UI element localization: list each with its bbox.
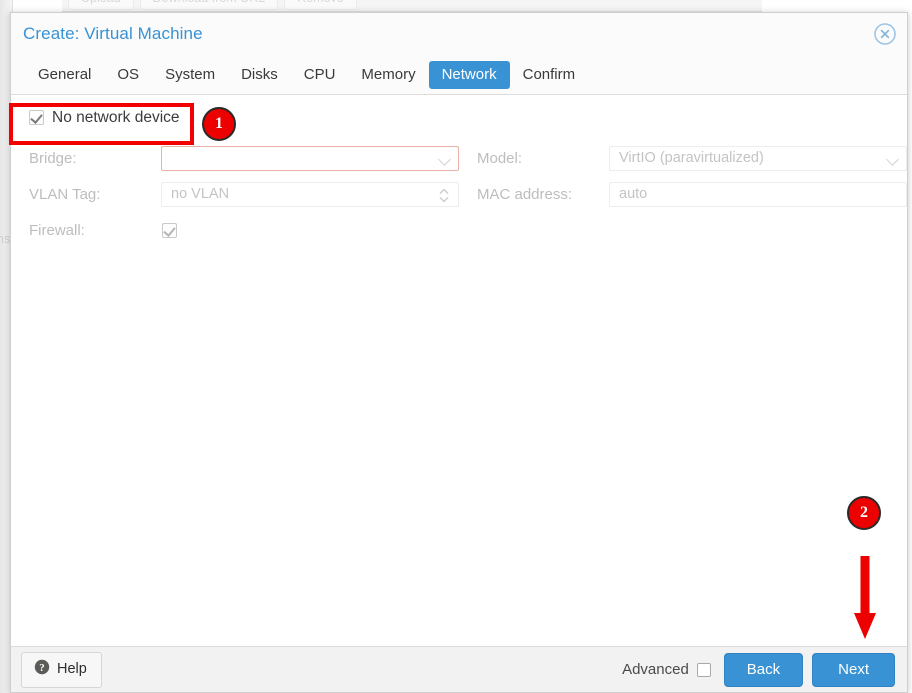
dialog-footer: ? Help Advanced Back Next: [11, 646, 907, 692]
advanced-label: Advanced: [622, 661, 689, 678]
close-icon[interactable]: [873, 22, 897, 46]
annotation-badge-2: 2: [847, 496, 881, 530]
wizard-tabbar: General OS System Disks CPU Memory Netwo…: [11, 55, 907, 95]
bridge-row: Bridge:: [29, 140, 459, 176]
chevron-down-icon: [886, 153, 899, 166]
background-text-fragment: ns: [0, 232, 10, 246]
model-label: Model:: [477, 150, 609, 167]
no-network-device-row: No network device: [11, 95, 907, 140]
firewall-label: Firewall:: [29, 222, 161, 239]
background-toolbar: Upload Download from URL Remove: [62, 0, 762, 12]
model-value: VirtIO (paravirtualized): [610, 150, 764, 166]
tab-network[interactable]: Network: [429, 61, 510, 89]
help-label: Help: [57, 661, 87, 677]
model-row: Model: VirtIO (paravirtualized): [477, 140, 907, 176]
annotation-arrow-icon: [852, 556, 878, 640]
tab-memory[interactable]: Memory: [348, 61, 428, 89]
mac-address-placeholder: auto: [610, 186, 647, 202]
firewall-row: Firewall:: [29, 212, 459, 248]
background-remove-button: Remove: [284, 0, 357, 10]
svg-text:?: ?: [39, 662, 45, 674]
mac-address-input[interactable]: auto: [609, 182, 907, 207]
bridge-combobox[interactable]: [161, 146, 459, 171]
footer-actions: Advanced Back Next: [622, 653, 897, 687]
mac-address-label: MAC address:: [477, 186, 609, 203]
no-network-device-label: No network device: [52, 109, 180, 127]
back-button[interactable]: Back: [724, 653, 803, 687]
spinner-arrows-icon[interactable]: [438, 186, 450, 205]
create-virtual-machine-dialog: Create: Virtual Machine General OS Syste…: [10, 12, 908, 693]
vlan-tag-row: VLAN Tag: no VLAN: [29, 176, 459, 212]
tab-system[interactable]: System: [152, 61, 228, 89]
vlan-tag-spinner[interactable]: no VLAN: [161, 182, 459, 207]
tab-confirm[interactable]: Confirm: [510, 61, 589, 89]
vlan-tag-placeholder: no VLAN: [162, 186, 229, 202]
advanced-toggle[interactable]: Advanced: [622, 661, 711, 678]
tab-disks[interactable]: Disks: [228, 61, 291, 89]
network-form: Bridge: VLAN Tag: no VLAN: [11, 140, 907, 248]
dialog-header: Create: Virtual Machine: [11, 13, 907, 55]
form-right-column: Model: VirtIO (paravirtualized) MAC addr…: [459, 140, 907, 248]
bridge-label: Bridge:: [29, 150, 161, 167]
mac-address-row: MAC address: auto: [477, 176, 907, 212]
tab-os[interactable]: OS: [104, 61, 152, 89]
no-network-device-checkbox[interactable]: No network device: [29, 109, 180, 127]
background-download-from-url-button: Download from URL: [140, 0, 279, 10]
help-button[interactable]: ? Help: [21, 652, 102, 688]
advanced-checkbox[interactable]: [697, 663, 711, 677]
dialog-body: No network device Bridge: VLAN Tag: no V…: [11, 95, 907, 646]
checkbox-box-icon: [29, 110, 44, 125]
model-combobox[interactable]: VirtIO (paravirtualized): [609, 146, 907, 171]
tab-general[interactable]: General: [25, 61, 104, 89]
dialog-title: Create: Virtual Machine: [23, 24, 203, 44]
next-button[interactable]: Next: [812, 653, 895, 687]
chevron-down-icon: [438, 153, 451, 166]
background-upload-button: Upload: [68, 0, 134, 10]
question-mark-circle-icon: ?: [34, 659, 50, 680]
annotation-badge-1: 1: [202, 107, 236, 141]
firewall-checkbox[interactable]: [162, 223, 177, 238]
form-left-column: Bridge: VLAN Tag: no VLAN: [11, 140, 459, 248]
tab-cpu[interactable]: CPU: [291, 61, 349, 89]
vlan-tag-label: VLAN Tag:: [29, 186, 161, 203]
